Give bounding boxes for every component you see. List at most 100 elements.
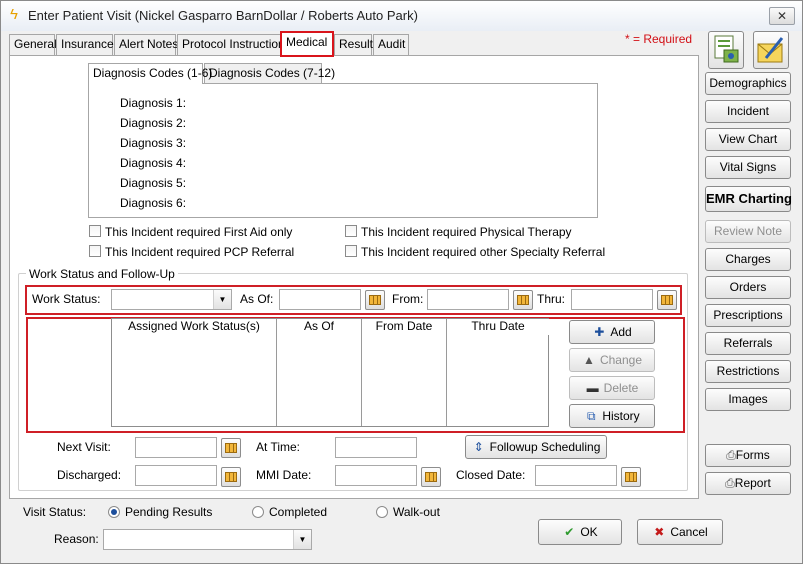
thru-field[interactable] xyxy=(571,289,653,310)
tab-medical[interactable]: Medical xyxy=(280,31,334,57)
mmi-date-calendar-icon[interactable] xyxy=(421,467,441,487)
report-button-label: Report xyxy=(734,476,771,490)
completed-label: Completed xyxy=(269,505,328,519)
chevron-down-icon[interactable]: ▼ xyxy=(213,290,231,309)
tab-diagnosis-7-12[interactable]: Diagnosis Codes (7-12) xyxy=(204,63,335,83)
title-bar: ϟ Enter Patient Visit (Nickel Gasparro B… xyxy=(1,1,802,31)
walk-out-radio[interactable] xyxy=(376,506,388,518)
followup-scheduling-button[interactable]: ⇕ Followup Scheduling xyxy=(465,435,607,459)
closed-date-label: Closed Date: xyxy=(456,468,526,482)
close-button[interactable]: ✕ xyxy=(769,7,795,25)
x-icon: ✖ xyxy=(654,525,665,539)
pending-results-radio[interactable] xyxy=(108,506,120,518)
closed-date-field[interactable] xyxy=(535,465,617,486)
window-title: Enter Patient Visit (Nickel Gasparro Bar… xyxy=(28,8,418,23)
closed-date-calendar-icon[interactable] xyxy=(621,467,641,487)
tab-results[interactable]: Results xyxy=(334,34,379,55)
tab-alert-notes[interactable]: Alert Notes xyxy=(114,34,178,55)
from-field[interactable] xyxy=(427,289,509,310)
from-label: From: xyxy=(392,292,424,306)
as-of-label: As Of: xyxy=(240,292,274,306)
referrals-button[interactable]: Referrals xyxy=(705,332,791,355)
tab-diagnosis-1-6[interactable]: Diagnosis Codes (1-6) xyxy=(88,63,212,84)
chart-document-icon[interactable] xyxy=(708,31,744,69)
prescriptions-button[interactable]: Prescriptions xyxy=(705,304,791,327)
work-status-select[interactable]: ▼ xyxy=(111,289,232,310)
review-note-button[interactable]: Review Note xyxy=(705,220,791,243)
tab-protocol-instructions[interactable]: Protocol Instructions xyxy=(177,34,291,55)
tab-insurance[interactable]: Insurance xyxy=(56,34,114,55)
cancel-button-label: Cancel xyxy=(670,525,708,539)
at-time-label: At Time: xyxy=(256,440,301,454)
as-of-field[interactable] xyxy=(279,289,361,310)
forms-button[interactable]: ⎙Forms xyxy=(705,444,791,467)
emr-charting-button[interactable]: EMR Charting xyxy=(705,186,792,212)
pcp-referral-label: This Incident required PCP Referral xyxy=(105,245,295,259)
mmi-date-field[interactable] xyxy=(335,465,417,486)
pcp-referral-checkbox[interactable] xyxy=(89,245,101,257)
next-visit-label: Next Visit: xyxy=(57,440,111,454)
incident-button[interactable]: Incident xyxy=(705,100,791,123)
discharged-calendar-icon[interactable] xyxy=(221,467,241,487)
ok-button-label: OK xyxy=(580,525,598,539)
grid-header-assigned[interactable]: Assigned Work Status(s) xyxy=(112,319,277,335)
change-button-label: Change xyxy=(599,353,643,367)
plus-icon: ✚ xyxy=(594,325,605,339)
physical-therapy-checkbox[interactable] xyxy=(345,225,357,237)
diagnosis-box: Diagnosis 1: Diagnosis 2: Diagnosis 3: D… xyxy=(88,83,598,218)
mail-pen-icon[interactable] xyxy=(753,31,789,69)
grid-column-as-of xyxy=(277,335,362,426)
grid-header-as-of[interactable]: As Of xyxy=(277,319,362,335)
first-aid-checkbox[interactable] xyxy=(89,225,101,237)
demographics-button[interactable]: Demographics xyxy=(705,72,791,95)
reason-label: Reason: xyxy=(54,532,99,546)
grid-column-assigned xyxy=(112,335,277,426)
view-chart-button[interactable]: View Chart xyxy=(705,128,791,151)
first-aid-label: This Incident required First Aid only xyxy=(105,225,293,239)
work-status-grid[interactable]: Assigned Work Status(s) As Of From Date … xyxy=(111,318,549,427)
add-button[interactable]: ✚ Add xyxy=(569,320,655,344)
images-button[interactable]: Images xyxy=(705,388,791,411)
cancel-button[interactable]: ✖ Cancel xyxy=(637,519,723,545)
pending-results-label: Pending Results xyxy=(125,505,213,519)
work-status-group-title: Work Status and Follow-Up xyxy=(26,267,178,281)
thru-label: Thru: xyxy=(537,292,566,306)
history-button-label: History xyxy=(602,409,640,423)
as-of-calendar-icon[interactable] xyxy=(365,290,385,310)
delete-button-label: Delete xyxy=(603,381,639,395)
work-status-label: Work Status: xyxy=(32,292,101,306)
required-note: * = Required xyxy=(625,32,693,46)
patient-visit-window: ϟ Enter Patient Visit (Nickel Gasparro B… xyxy=(0,0,803,564)
specialty-referral-checkbox[interactable] xyxy=(345,245,357,257)
tab-audit[interactable]: Audit xyxy=(373,34,409,55)
charges-button[interactable]: Charges xyxy=(705,248,791,271)
diagnosis-2-label: Diagnosis 2: xyxy=(120,116,187,130)
history-button[interactable]: ⧉ History xyxy=(569,404,655,428)
change-button[interactable]: ▲ Change xyxy=(569,348,655,372)
discharged-field[interactable] xyxy=(135,465,217,486)
mmi-date-label: MMI Date: xyxy=(256,468,312,482)
from-calendar-icon[interactable] xyxy=(513,290,533,310)
vital-signs-button[interactable]: Vital Signs xyxy=(705,156,791,179)
triangle-icon: ▲ xyxy=(583,353,595,367)
restrictions-button[interactable]: Restrictions xyxy=(705,360,791,383)
walk-out-label: Walk-out xyxy=(393,505,440,519)
lightning-icon: ϟ xyxy=(10,6,18,23)
delete-button[interactable]: ▬ Delete xyxy=(569,376,655,400)
grid-header-thru-date[interactable]: Thru Date xyxy=(447,319,549,335)
thru-calendar-icon[interactable] xyxy=(657,290,677,310)
followup-scheduling-label: Followup Scheduling xyxy=(489,440,601,454)
discharged-label: Discharged: xyxy=(57,468,122,482)
next-visit-field[interactable] xyxy=(135,437,217,458)
forms-button-label: Forms xyxy=(735,448,770,462)
tab-general[interactable]: General xyxy=(9,34,57,55)
report-button[interactable]: ⎙Report xyxy=(705,472,791,495)
grid-header-from-date[interactable]: From Date xyxy=(362,319,447,335)
at-time-field[interactable] xyxy=(335,437,417,458)
orders-button[interactable]: Orders xyxy=(705,276,791,299)
reason-select[interactable]: ▼ xyxy=(103,529,312,550)
next-visit-calendar-icon[interactable] xyxy=(221,438,241,458)
ok-button[interactable]: ✔ OK xyxy=(538,519,622,545)
chevron-down-icon[interactable]: ▼ xyxy=(293,530,311,549)
completed-radio[interactable] xyxy=(252,506,264,518)
